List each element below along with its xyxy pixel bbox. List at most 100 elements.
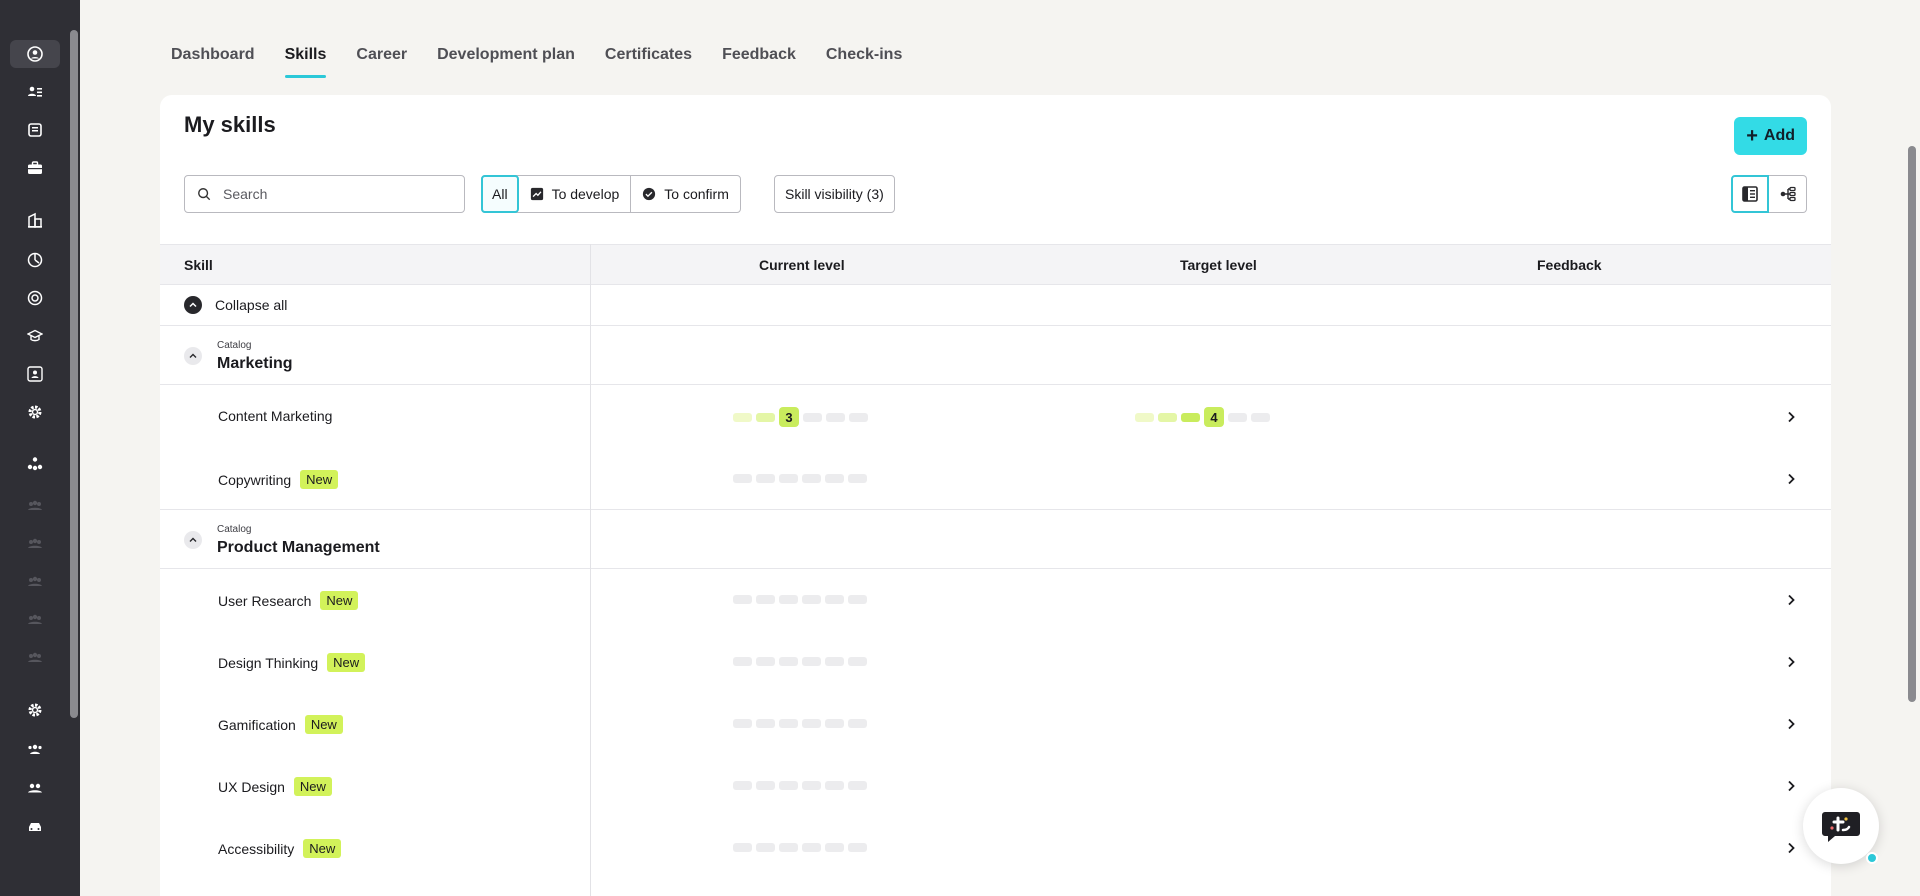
sidebar-item-documents[interactable] (10, 116, 60, 144)
sidebar-item-settings[interactable] (10, 398, 60, 426)
current-level-meter (733, 595, 867, 604)
tab-certificates[interactable]: Certificates (605, 46, 692, 78)
sidebar-item-group-2[interactable] (10, 530, 60, 558)
chevron-right-icon[interactable] (1784, 779, 1798, 793)
filter-to-develop[interactable]: To develop (519, 176, 632, 212)
group-icon (28, 614, 42, 624)
filter-to-develop-label: To develop (551, 186, 620, 202)
chat-icon (1822, 812, 1860, 842)
level-block (802, 657, 821, 666)
sidebar-item-team[interactable] (10, 360, 60, 388)
sidebar-item-people[interactable] (10, 78, 60, 106)
level-block (756, 412, 775, 422)
category-row-marketing[interactable]: Catalog Marketing (160, 326, 1831, 385)
level-block (803, 412, 822, 422)
level-block (733, 474, 752, 483)
chevron-right-icon[interactable] (1784, 410, 1798, 424)
sidebar-item-admin-groups[interactable] (10, 774, 60, 802)
sidebar-item-group-5[interactable] (10, 644, 60, 672)
skill-row[interactable]: User Research New (160, 569, 1831, 631)
skill-name-cell: Copywriting New (218, 470, 339, 489)
new-badge: New (320, 591, 359, 610)
tab-career[interactable]: Career (356, 46, 407, 78)
column-feedback[interactable]: Feedback (1537, 257, 1602, 273)
filter-segment: All To develop To confirm (481, 175, 741, 213)
current-level-meter (733, 843, 867, 852)
level-block (825, 657, 844, 666)
level-block (1181, 412, 1200, 422)
tab-skills[interactable]: Skills (284, 46, 326, 78)
chevron-right-icon[interactable] (1784, 717, 1798, 731)
level-block (802, 595, 821, 604)
level-block (779, 781, 798, 790)
group-icon (28, 652, 42, 662)
sidebar-item-profile[interactable] (10, 40, 60, 68)
chevron-right-icon[interactable] (1784, 472, 1798, 486)
chevron-up-icon[interactable] (184, 531, 202, 549)
chevron-up-icon (184, 296, 202, 314)
add-button[interactable]: + Add (1734, 117, 1807, 155)
sidebar-item-group-4[interactable] (10, 606, 60, 634)
plus-icon: + (1746, 125, 1758, 147)
column-target-level[interactable]: Target level (1180, 257, 1257, 273)
level-value: 4 (1204, 407, 1224, 427)
sidebar-item-organization[interactable] (10, 450, 60, 478)
sidebar-item-learning[interactable] (10, 322, 60, 350)
tab-dashboard[interactable]: Dashboard (171, 46, 255, 78)
level-block (802, 781, 821, 790)
search-icon (198, 188, 211, 201)
org-icon (27, 457, 43, 471)
tab-check-ins[interactable]: Check-ins (826, 46, 902, 78)
skill-name: Gamification (218, 716, 296, 733)
sidebar-item-career[interactable] (10, 154, 60, 182)
skill-visibility-button[interactable]: Skill visibility (3) (774, 175, 895, 213)
list-view-button[interactable] (1731, 175, 1769, 213)
filter-to-confirm[interactable]: To confirm (631, 176, 740, 212)
skill-row[interactable]: Accessibility New (160, 817, 1831, 879)
skill-row[interactable]: Gamification New (160, 693, 1831, 755)
skill-row[interactable]: Design Thinking New (160, 631, 1831, 693)
skill-name-cell: UX Design New (218, 777, 332, 796)
collapse-all-row[interactable]: Collapse all (160, 285, 1831, 326)
column-skill[interactable]: Skill (184, 257, 213, 273)
tree-view-button[interactable] (1769, 175, 1807, 213)
page-scrollbar[interactable] (1908, 146, 1916, 702)
column-current-level[interactable]: Current level (759, 257, 845, 273)
level-block (779, 474, 798, 483)
skill-row[interactable]: Copywriting New (160, 448, 1831, 510)
sidebar-item-analytics[interactable] (10, 246, 60, 274)
current-level-meter (733, 474, 867, 483)
sidebar-item-admin-settings[interactable] (10, 696, 60, 724)
page-title: My skills (184, 112, 276, 137)
sidebar-item-group-1[interactable] (10, 492, 60, 520)
level-block (1251, 412, 1270, 422)
group-icon (28, 783, 42, 793)
sidebar-item-group-3[interactable] (10, 568, 60, 596)
level-block (848, 474, 867, 483)
tab-bar: Dashboard Skills Career Development plan… (171, 46, 932, 78)
skill-name: Design Thinking (218, 654, 319, 671)
level-block (825, 843, 844, 852)
chevron-up-icon[interactable] (184, 347, 202, 365)
skill-row[interactable]: UX Design New (160, 755, 1831, 817)
category-row-product-management[interactable]: Catalog Product Management (160, 510, 1831, 569)
tab-development-plan[interactable]: Development plan (437, 46, 575, 78)
search-input[interactable] (223, 186, 443, 202)
chevron-right-icon[interactable] (1784, 655, 1798, 669)
sidebar-item-fleet[interactable] (10, 812, 60, 840)
sidebar-scrollbar[interactable] (70, 30, 78, 718)
tab-feedback[interactable]: Feedback (722, 46, 796, 78)
sidebar-item-goals[interactable] (10, 284, 60, 312)
table-header: Skill Current level Target level Feedbac… (160, 244, 1831, 285)
skill-row[interactable]: Content Marketing 3 4 (160, 386, 1831, 448)
level-block (848, 843, 867, 852)
column-divider (590, 244, 591, 896)
chevron-right-icon[interactable] (1784, 593, 1798, 607)
filter-all[interactable]: All (481, 175, 519, 213)
level-block (733, 595, 752, 604)
sidebar-item-company[interactable] (10, 206, 60, 234)
team-icon (27, 366, 43, 382)
sidebar-item-admin-team[interactable] (10, 736, 60, 764)
level-block (825, 595, 844, 604)
chevron-right-icon[interactable] (1784, 841, 1798, 855)
